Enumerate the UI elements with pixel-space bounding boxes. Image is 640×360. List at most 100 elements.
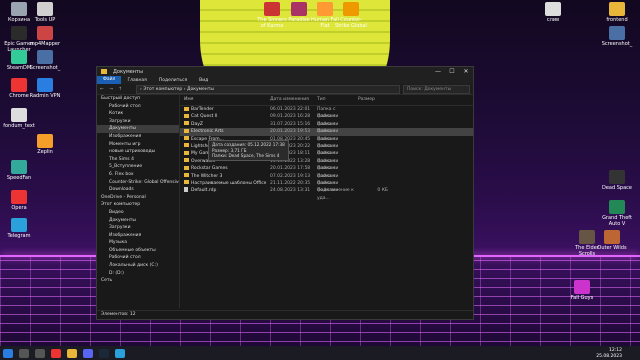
sidebar-item[interactable]: Загрузки xyxy=(97,224,179,232)
desktop-icon-label: Telegram xyxy=(7,233,31,239)
title-bar: Документы — ☐ ✕ xyxy=(97,67,473,76)
file-row[interactable]: The Witcher 3 07.02.2023 19:13 Папка с фай… xyxy=(180,173,473,186)
app-icon xyxy=(11,50,27,64)
column-name[interactable]: Имя xyxy=(180,95,270,105)
file-date: 20.01.2023 17:58 xyxy=(270,166,311,172)
sidebar-item[interactable]: Counter-Strike: Global Offensive xyxy=(97,179,179,187)
tab-home[interactable]: Главная xyxy=(121,78,152,83)
file-date: 06.01.2023 22:01 xyxy=(270,107,311,112)
desktop-icon[interactable]: Telegram xyxy=(2,218,36,239)
minimize-button[interactable]: — xyxy=(431,68,445,75)
file-icon xyxy=(11,108,27,122)
sidebar-item[interactable]: Рабочий стол xyxy=(97,254,179,262)
sidebar-item[interactable]: Моменты игр xyxy=(97,141,179,149)
sidebar-item[interactable]: Сеть xyxy=(97,277,179,285)
file-row[interactable]: Cat Quest II 09.01.2023 16:28 Папка с файл… xyxy=(180,113,473,127)
steam-icon[interactable] xyxy=(99,348,109,358)
desktop-icon-label: Radmin VPN xyxy=(29,93,61,99)
desktop-icon[interactable]: Counter-Strike Global xyxy=(334,2,368,29)
folder-tooltip: Дата создания: 05.12.2022 17:38 Размер: … xyxy=(208,140,289,161)
folder-icon xyxy=(609,2,625,16)
sidebar-item[interactable]: Изображения xyxy=(97,232,179,240)
desktop-icon[interactable]: Dead Space xyxy=(600,170,634,191)
close-button[interactable]: ✕ xyxy=(459,68,473,75)
desktop-icon[interactable]: fondum_text xyxy=(2,108,36,129)
clock-date: 25.08.2023 xyxy=(596,353,622,359)
sidebar-item[interactable]: Музыка xyxy=(97,239,179,247)
desktop-icon[interactable]: Zeplin xyxy=(28,134,62,155)
task-view-icon[interactable] xyxy=(35,348,45,358)
column-date[interactable]: Дата изменения xyxy=(270,95,317,105)
desktop-icon[interactable]: mp4Mapper xyxy=(28,26,62,47)
desktop-icon-label: frontend xyxy=(606,17,628,23)
window-title: Документы xyxy=(113,68,143,75)
sidebar-item[interactable]: Быстрый доступ xyxy=(97,95,179,103)
desktop-icon[interactable]: Grand Theft Auto V xyxy=(600,200,634,227)
file-type: Папка с файлами xyxy=(317,136,339,149)
file-row[interactable]: Electronic Arts 20.01.2023 19:53 Папка с ф… xyxy=(180,128,473,142)
sidebar-item[interactable]: новые штриховоды xyxy=(97,148,179,156)
sidebar-item[interactable]: Рабочий стол xyxy=(97,103,179,111)
column-headers: Имя Дата изменения Тип Размер xyxy=(180,95,473,106)
tab-view[interactable]: Вид xyxy=(193,78,214,83)
nav-arrows[interactable]: ← → ↑ xyxy=(100,87,136,92)
sidebar-item[interactable]: Локальный диск (C:) xyxy=(97,262,179,270)
folder-icon xyxy=(184,158,189,163)
epic-icon xyxy=(11,26,27,40)
file-icon xyxy=(545,2,561,16)
file-icon xyxy=(184,187,188,193)
desktop-icon[interactable]: Fall Guys xyxy=(565,280,599,301)
folder-icon xyxy=(184,143,189,148)
search-input[interactable]: Поиск: Документы xyxy=(403,84,470,94)
address-path[interactable]: › Этот компьютер › Документы xyxy=(136,84,400,94)
sidebar-item[interactable]: The Sims 4 xyxy=(97,156,179,164)
sidebar-item[interactable]: Котик xyxy=(97,110,179,118)
file-size xyxy=(358,136,388,143)
discord-icon[interactable] xyxy=(83,348,93,358)
sidebar-item[interactable]: D: (D:) xyxy=(97,270,179,278)
desktop-icon[interactable]: Outer Wilds xyxy=(595,230,629,251)
sidebar-item[interactable]: 6. Flex box xyxy=(97,171,179,179)
maximize-button[interactable]: ☐ xyxy=(445,68,459,75)
telegram-icon[interactable] xyxy=(115,348,125,358)
search-icon[interactable] xyxy=(19,348,29,358)
desktop-icon[interactable]: слив xyxy=(536,2,570,23)
tab-file[interactable]: Файл xyxy=(97,76,122,84)
desktop-icon[interactable]: Screenshot_ xyxy=(600,26,634,47)
file-row[interactable]: BarTender 06.01.2023 22:01 Папка с файлами xyxy=(180,106,473,119)
sidebar-item[interactable]: OneDrive - Personal xyxy=(97,194,179,202)
desktop-icon-label: Outer Wilds xyxy=(597,245,627,251)
desktop-icon[interactable]: SpeedFan xyxy=(2,160,36,181)
desktop-icon[interactable]: Opera xyxy=(2,190,36,211)
desktop-icon[interactable]: frontend xyxy=(600,2,634,23)
sidebar-item[interactable]: Видео xyxy=(97,209,179,217)
desktop-icon[interactable]: Radmin VPN xyxy=(28,78,62,99)
sidebar-item[interactable]: 5_Вступление xyxy=(97,163,179,171)
tab-share[interactable]: Поделиться xyxy=(153,78,193,83)
folder-icon xyxy=(184,180,189,185)
desktop-icon[interactable]: Tools UP xyxy=(28,2,62,23)
sidebar-item[interactable]: Этот компьютер xyxy=(97,201,179,209)
desktop-icon-label: fondum_text xyxy=(3,123,35,129)
ribbon-tabs: Файл Главная Поделиться Вид xyxy=(97,76,473,84)
sidebar-item[interactable]: Downloads xyxy=(97,186,179,194)
column-size[interactable]: Размер xyxy=(358,95,388,105)
tooltip-line: Дата создания: 05.12.2022 17:38 xyxy=(212,142,285,147)
sidebar-item[interactable]: Изображения xyxy=(97,133,179,141)
clock[interactable]: 12:12 25.08.2023 xyxy=(596,348,622,359)
sidebar-item[interactable]: Документы xyxy=(97,125,179,133)
file-row[interactable]: Настраиваемые шаблоны Office 21.11.2022 2… xyxy=(180,180,473,193)
explorer-icon[interactable] xyxy=(67,348,77,358)
file-row[interactable]: Rockstar Games 20.01.2023 17:58 Папка с фа… xyxy=(180,165,473,179)
sidebar-item[interactable]: Объемные объекты xyxy=(97,247,179,255)
chrome-icon[interactable] xyxy=(51,348,61,358)
file-row[interactable]: Default.rdp 24.08.2023 13:31 Подключение к… xyxy=(180,187,473,201)
column-type[interactable]: Тип xyxy=(317,95,358,105)
file-row[interactable]: DayZ 31.07.2023 15:16 Папка с файлами xyxy=(180,121,473,134)
sidebar-item[interactable]: Документы xyxy=(97,217,179,225)
desktop-icon-label: Tools UP xyxy=(34,17,56,23)
desktop-icon[interactable]: SteamDM xyxy=(2,50,36,71)
file-type: Папка с файлами xyxy=(317,129,339,142)
sidebar-item[interactable]: Загрузки xyxy=(97,118,179,126)
start-button[interactable] xyxy=(3,348,13,358)
